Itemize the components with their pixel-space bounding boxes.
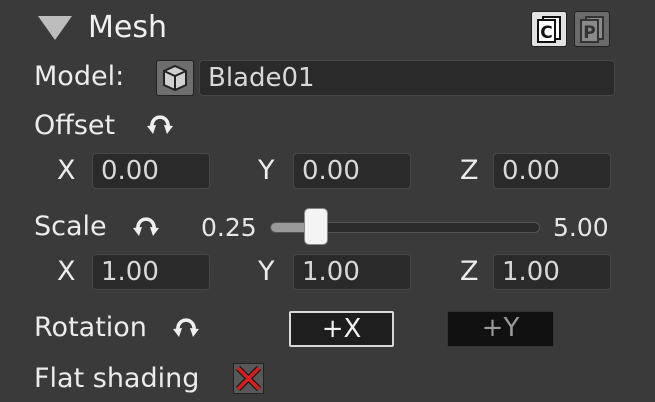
- scale-x-field[interactable]: 1.00: [92, 254, 210, 290]
- scale-z-field[interactable]: 1.00: [493, 254, 611, 290]
- model-field[interactable]: Blade01: [199, 60, 615, 96]
- offset-label: Offset: [34, 110, 116, 141]
- flat-shading-checkbox[interactable]: [233, 363, 264, 394]
- scale-z-label: Z: [460, 256, 479, 287]
- paste-button[interactable]: P: [574, 11, 610, 47]
- model-picker-button[interactable]: [156, 60, 194, 96]
- offset-y-field[interactable]: 0.00: [293, 153, 411, 189]
- scale-y-label: Y: [258, 256, 275, 287]
- red-x-icon: [235, 365, 262, 392]
- cube-icon: [163, 64, 187, 92]
- model-label: Model:: [34, 61, 125, 92]
- copy-icon: C: [537, 16, 561, 43]
- copy-button[interactable]: C: [531, 11, 567, 47]
- rotation-label: Rotation: [34, 312, 147, 343]
- scale-label: Scale: [34, 211, 107, 242]
- section-title: Mesh: [88, 10, 167, 45]
- offset-y-label: Y: [258, 155, 275, 186]
- scale-slider-handle[interactable]: [303, 208, 328, 245]
- rotate-plus-x-button[interactable]: +X: [289, 311, 394, 347]
- paste-glyph: P: [583, 23, 595, 43]
- offset-x-label: X: [57, 155, 76, 186]
- scale-y-field[interactable]: 1.00: [293, 254, 411, 290]
- rotation-reset-icon[interactable]: [172, 315, 200, 343]
- collapse-triangle-icon[interactable]: [38, 16, 72, 40]
- scale-slider-min: 0.25: [201, 213, 257, 242]
- flat-shading-label: Flat shading: [34, 363, 200, 394]
- scale-x-label: X: [57, 256, 76, 287]
- offset-reset-icon[interactable]: [146, 112, 174, 140]
- paste-icon: P: [580, 16, 604, 43]
- offset-z-label: Z: [460, 155, 479, 186]
- scale-reset-icon[interactable]: [132, 214, 160, 242]
- rotate-plus-y-button[interactable]: +Y: [447, 311, 554, 347]
- offset-x-field[interactable]: 0.00: [92, 153, 210, 189]
- scale-slider-max: 5.00: [553, 213, 609, 242]
- copy-glyph: C: [540, 23, 552, 43]
- offset-z-field[interactable]: 0.00: [493, 153, 611, 189]
